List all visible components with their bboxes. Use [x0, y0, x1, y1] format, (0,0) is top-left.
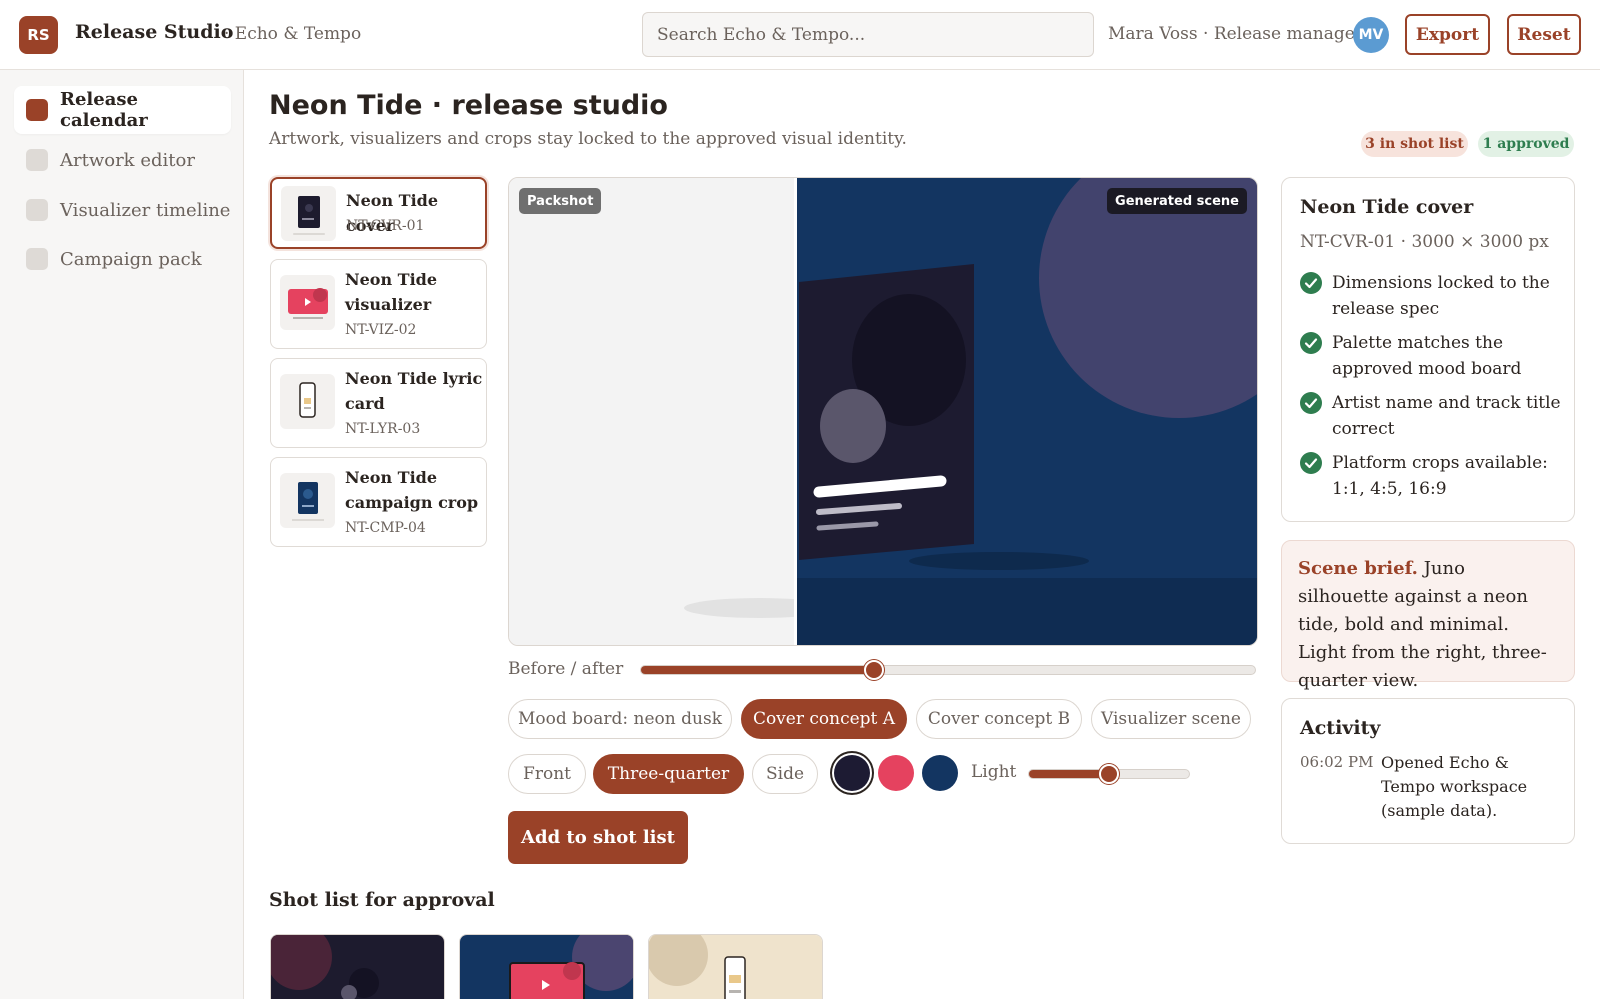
- asset-card-campaign[interactable]: Neon Tide campaign crop NT-CMP-04: [270, 457, 487, 547]
- asset-name: Neon Tide lyric card: [345, 369, 483, 413]
- check-label: Platform crops available: 1:1, 4:5, 16:9: [1332, 453, 1548, 499]
- details-title: Neon Tide cover: [1300, 196, 1474, 218]
- before-after-label: Before / after: [508, 659, 624, 679]
- workspace-name: · Echo & Tempo: [224, 24, 362, 44]
- cover-thumbnail: [281, 186, 336, 241]
- approved-count-badge: 1 approved: [1478, 131, 1574, 157]
- check-platform-crops: Platform crops available: 1:1, 4:5, 16:9: [1300, 450, 1562, 502]
- slider-handle[interactable]: [864, 660, 885, 680]
- asset-name: Neon Tide campaign crop: [345, 468, 479, 512]
- search-input[interactable]: [642, 12, 1094, 57]
- check-label: Palette matches the approved mood board: [1332, 333, 1522, 379]
- asset-card-visualizer[interactable]: Neon Tide visualizer NT-VIZ-02: [270, 259, 487, 349]
- chip-side[interactable]: Side: [752, 754, 818, 794]
- preview-canvas: [509, 178, 1257, 646]
- sidebar-item-label: Visualizer timeline: [60, 199, 231, 221]
- reset-button[interactable]: Reset: [1507, 14, 1581, 55]
- chip-visualizer-scene[interactable]: Visualizer scene: [1091, 699, 1251, 739]
- slider-handle[interactable]: [1099, 764, 1119, 784]
- shot-list-title: Shot list for approval: [269, 889, 495, 911]
- check-palette: Palette matches the approved mood board: [1300, 330, 1562, 382]
- activity-time: 06:02 PM: [1300, 753, 1374, 771]
- sidebar-item-label: Campaign pack: [60, 248, 202, 270]
- scene-brief: Scene brief. Juno silhouette against a n…: [1281, 540, 1575, 691]
- visualizer-thumbnail: [280, 275, 335, 330]
- chip-mood-board[interactable]: Mood board: neon dusk: [508, 699, 732, 739]
- shot-list-item-visualizer[interactable]: [459, 934, 634, 999]
- check-label: Dimensions locked to the release spec: [1332, 273, 1550, 319]
- check-icon: [1300, 332, 1322, 354]
- campaign-icon: [26, 248, 48, 270]
- page-subtitle: Artwork, visualizers and crops stay lock…: [269, 129, 907, 149]
- app-title: Release Studio: [75, 21, 234, 43]
- swatch-blue[interactable]: [922, 755, 958, 791]
- check-artist-title: Artist name and track title correct: [1300, 390, 1562, 442]
- sidebar: Release calendar Artwork editor Visualiz…: [0, 70, 244, 999]
- avatar[interactable]: MV: [1353, 17, 1389, 53]
- slider-fill: [641, 666, 875, 674]
- swatch-navy[interactable]: [834, 755, 870, 791]
- shot-list-item-lyric-card[interactable]: [648, 934, 823, 999]
- check-icon: [1300, 392, 1322, 414]
- check-icon: [1300, 452, 1322, 474]
- activity-card: Activity 06:02 PM Opened Echo & Tempo wo…: [1281, 698, 1575, 844]
- activity-title: Activity: [1300, 717, 1381, 739]
- calendar-icon: [26, 99, 48, 121]
- artwork-icon: [26, 149, 48, 171]
- sidebar-item-label: Release calendar: [60, 89, 148, 131]
- before-after-slider[interactable]: [640, 660, 1256, 680]
- chip-three-quarter[interactable]: Three-quarter: [593, 754, 744, 794]
- sidebar-item-visualizer-timeline[interactable]: Visualizer timeline: [14, 186, 231, 234]
- asset-code: NT-LYR-03: [345, 421, 421, 437]
- chip-cover-concept-a[interactable]: Cover concept A: [741, 699, 907, 739]
- sidebar-item-artwork-editor[interactable]: Artwork editor: [14, 136, 231, 184]
- sidebar-item-label: Artwork editor: [60, 149, 195, 171]
- generated-scene-tag: Generated scene: [1107, 188, 1247, 214]
- light-label: Light: [971, 762, 1017, 782]
- check-label: Artist name and track title correct: [1332, 393, 1561, 439]
- lyric-card-thumbnail: [280, 374, 335, 429]
- asset-details-card: Neon Tide cover NT-CVR-01 · 3000 × 3000 …: [1281, 177, 1575, 522]
- slider-fill: [1029, 770, 1109, 778]
- campaign-crop-thumbnail: [280, 473, 335, 528]
- check-icon: [1300, 272, 1322, 294]
- shot-list-count-badge: 3 in shot list: [1361, 131, 1468, 157]
- chip-cover-concept-b[interactable]: Cover concept B: [916, 699, 1082, 739]
- page-title: Neon Tide · release studio: [269, 90, 668, 121]
- details-subtitle: NT-CVR-01 · 3000 × 3000 px: [1300, 232, 1549, 252]
- asset-code: NT-CVR-01: [346, 218, 425, 234]
- asset-card-cover[interactable]: Neon Tide cover NT-CVR-01: [270, 177, 487, 249]
- before-after-preview[interactable]: Packshot Generated scene: [508, 177, 1258, 646]
- add-to-shot-list-button[interactable]: Add to shot list: [508, 811, 688, 864]
- sidebar-item-release-calendar[interactable]: Release calendar: [14, 86, 231, 134]
- check-dimensions: Dimensions locked to the release spec: [1300, 270, 1562, 322]
- before-after-divider[interactable]: [794, 178, 797, 646]
- asset-name: Neon Tide visualizer: [345, 270, 438, 314]
- top-bar: RS Release Studio · Echo & Tempo Mara Vo…: [0, 0, 1600, 70]
- sidebar-item-campaign-pack[interactable]: Campaign pack: [14, 235, 231, 283]
- asset-card-lyric[interactable]: Neon Tide lyric card NT-LYR-03: [270, 358, 487, 448]
- app-logo: RS: [19, 16, 58, 54]
- chip-front[interactable]: Front: [508, 754, 586, 794]
- export-button[interactable]: Export: [1405, 14, 1490, 55]
- generated-scene: [796, 178, 1257, 645]
- asset-code: NT-CMP-04: [345, 520, 426, 536]
- asset-code: NT-VIZ-02: [345, 322, 417, 338]
- light-slider[interactable]: [1028, 764, 1190, 784]
- timeline-icon: [26, 199, 48, 221]
- scene-brief-label: Scene brief.: [1298, 558, 1418, 579]
- activity-text: Opened Echo & Tempo workspace (sample da…: [1381, 753, 1528, 820]
- user-label: Mara Voss · Release manager: [1108, 24, 1363, 44]
- shot-list-item-cover[interactable]: [270, 934, 445, 999]
- swatch-pink[interactable]: [878, 755, 914, 791]
- packshot-tag: Packshot: [519, 188, 602, 214]
